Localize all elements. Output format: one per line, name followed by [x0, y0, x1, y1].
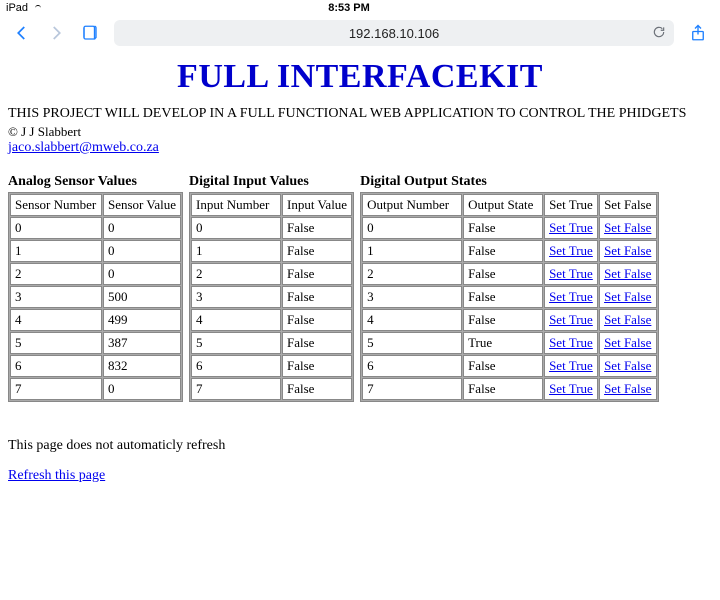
device-label: iPad — [6, 2, 28, 14]
forward-button[interactable] — [46, 23, 66, 43]
digital-out-table: Output Number Output State Set True Set … — [360, 192, 659, 402]
set-false-link[interactable]: Set False — [604, 381, 651, 396]
status-bar: iPad 8:53 PM — [0, 0, 720, 16]
table-row: 2False — [191, 263, 352, 285]
table-row: 4FalseSet TrueSet False — [362, 309, 657, 331]
col-sensor-value: Sensor Value — [103, 194, 181, 216]
col-output-number: Output Number — [362, 194, 462, 216]
page-title: FULL INTERFACEKIT — [8, 58, 712, 96]
table-row: 4499 — [10, 309, 181, 331]
copyright: © J J Slabbert — [8, 124, 712, 140]
table-row: 6832 — [10, 355, 181, 377]
table-row: 20 — [10, 263, 181, 285]
bookmarks-button[interactable] — [80, 23, 100, 43]
analog-title: Analog Sensor Values — [8, 174, 183, 190]
back-button[interactable] — [12, 23, 32, 43]
set-false-link[interactable]: Set False — [604, 335, 651, 350]
table-row: 10 — [10, 240, 181, 262]
table-header-row: Input Number Input Value — [191, 194, 352, 216]
set-true-link[interactable]: Set True — [549, 381, 593, 396]
set-true-link[interactable]: Set True — [549, 289, 593, 304]
digital-in-title: Digital Input Values — [189, 174, 354, 190]
wifi-icon — [32, 4, 44, 12]
set-true-link[interactable]: Set True — [549, 358, 593, 373]
table-row: 3FalseSet TrueSet False — [362, 286, 657, 308]
analog-block: Analog Sensor Values Sensor Number Senso… — [8, 174, 183, 402]
table-row: 3False — [191, 286, 352, 308]
set-false-link[interactable]: Set False — [604, 220, 651, 235]
set-true-link[interactable]: Set True — [549, 312, 593, 327]
col-sensor-number: Sensor Number — [10, 194, 102, 216]
set-false-link[interactable]: Set False — [604, 289, 651, 304]
url-bar[interactable]: 192.168.10.106 — [114, 20, 674, 46]
analog-table: Sensor Number Sensor Value 00 10 20 3500… — [8, 192, 183, 402]
table-row: 7False — [191, 378, 352, 400]
table-row: 5TrueSet TrueSet False — [362, 332, 657, 354]
refresh-link[interactable]: Refresh this page — [8, 468, 712, 484]
digital-out-title: Digital Output States — [360, 174, 659, 190]
page-content: FULL INTERFACEKIT THIS PROJECT WILL DEVE… — [0, 52, 720, 492]
table-row: 1False — [191, 240, 352, 262]
table-row: 2FalseSet TrueSet False — [362, 263, 657, 285]
set-true-link[interactable]: Set True — [549, 243, 593, 258]
table-header-row: Output Number Output State Set True Set … — [362, 194, 657, 216]
table-row: 3500 — [10, 286, 181, 308]
table-header-row: Sensor Number Sensor Value — [10, 194, 181, 216]
email-link[interactable]: jaco.slabbert@mweb.co.za — [8, 140, 159, 155]
set-false-link[interactable]: Set False — [604, 312, 651, 327]
share-button[interactable] — [688, 23, 708, 43]
table-row: 1FalseSet TrueSet False — [362, 240, 657, 262]
set-false-link[interactable]: Set False — [604, 358, 651, 373]
table-row: 6FalseSet TrueSet False — [362, 355, 657, 377]
set-true-link[interactable]: Set True — [549, 335, 593, 350]
set-true-link[interactable]: Set True — [549, 266, 593, 281]
table-row: 70 — [10, 378, 181, 400]
clock: 8:53 PM — [328, 2, 370, 14]
table-row: 7FalseSet TrueSet False — [362, 378, 657, 400]
reload-icon[interactable] — [652, 25, 666, 42]
url-text: 192.168.10.106 — [349, 26, 439, 41]
digital-in-block: Digital Input Values Input Number Input … — [189, 174, 354, 402]
col-input-number: Input Number — [191, 194, 281, 216]
set-false-link[interactable]: Set False — [604, 266, 651, 281]
browser-toolbar: 192.168.10.106 — [0, 16, 720, 52]
table-row: 5False — [191, 332, 352, 354]
col-set-true: Set True — [544, 194, 598, 216]
digital-out-block: Digital Output States Output Number Outp… — [360, 174, 659, 402]
col-output-state: Output State — [463, 194, 543, 216]
table-row: 5387 — [10, 332, 181, 354]
digital-in-table: Input Number Input Value 0False 1False 2… — [189, 192, 354, 402]
table-row: 0False — [191, 217, 352, 239]
project-description: THIS PROJECT WILL DEVELOP IN A FULL FUNC… — [8, 106, 712, 122]
table-row: 6False — [191, 355, 352, 377]
footer-note: This page does not automaticly refresh — [8, 438, 712, 454]
table-row: 0FalseSet TrueSet False — [362, 217, 657, 239]
set-false-link[interactable]: Set False — [604, 243, 651, 258]
col-input-value: Input Value — [282, 194, 352, 216]
set-true-link[interactable]: Set True — [549, 220, 593, 235]
table-row: 4False — [191, 309, 352, 331]
col-set-false: Set False — [599, 194, 657, 216]
table-row: 00 — [10, 217, 181, 239]
